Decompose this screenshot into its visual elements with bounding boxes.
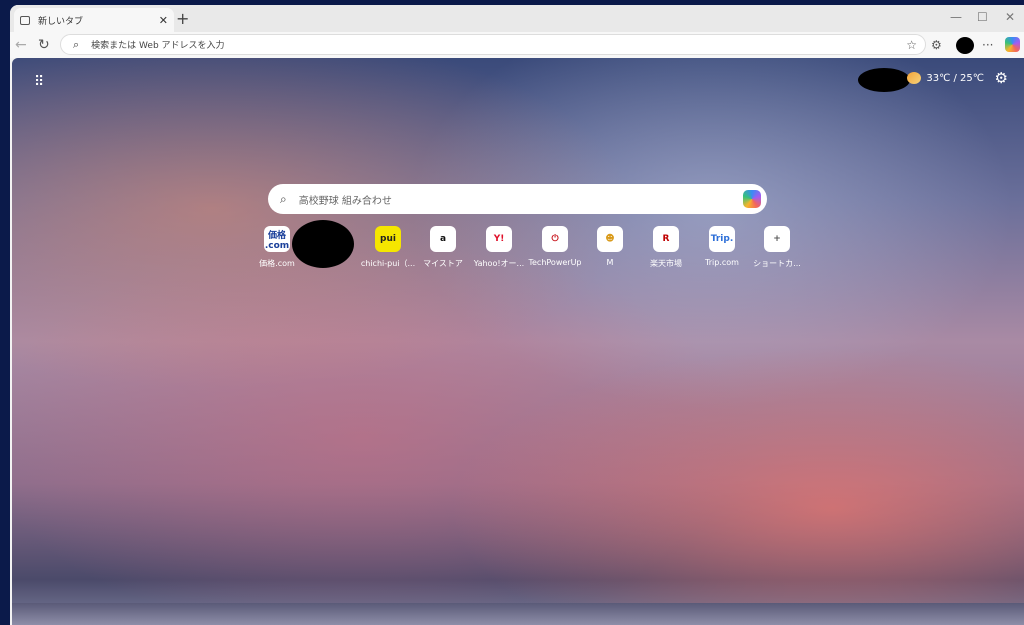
refresh-icon[interactable]: ↻ <box>38 37 50 53</box>
extensions-icon[interactable]: ⚙ <box>931 38 942 52</box>
shortcut-label: 楽天市場 <box>650 259 682 268</box>
favorite-star-icon[interactable]: ☆ <box>906 38 917 52</box>
search-icon: ⌕ <box>73 37 80 51</box>
shortcut-icon: ⏻ <box>542 226 568 252</box>
redacted-location <box>858 68 910 92</box>
shortcut-label: M <box>606 258 614 267</box>
minimize-icon[interactable]: — <box>950 10 962 24</box>
close-window-icon[interactable]: ✕ <box>1005 10 1015 24</box>
redacted-shortcut <box>292 220 354 268</box>
shortcut-tile[interactable]: ⏻ TechPowerUp <box>525 226 585 267</box>
shortcut-tile[interactable]: pui chichi-pui（... <box>358 226 418 269</box>
shortcut-label: ショートカ... <box>753 259 801 268</box>
address-placeholder: 検索または Web アドレスを入力 <box>91 41 225 51</box>
shortcut-label: chichi-pui（... <box>360 259 416 268</box>
tab-bar: 新しいタブ ✕ + — ☐ ✕ <box>10 5 1024 32</box>
back-icon[interactable]: ← <box>15 37 27 53</box>
shortcut-tile[interactable]: R 楽天市場 <box>636 226 696 269</box>
shortcut-icon: pui <box>375 226 401 252</box>
shortcut-tile[interactable]: Trip. Trip.com <box>692 226 752 267</box>
new-tab-page-icon <box>20 15 30 25</box>
shortcut-label: 価格.com <box>259 259 295 268</box>
shortcut-tile[interactable]: Y! Yahoo!オー... <box>469 226 529 269</box>
weather-temp: 33℃ / 25℃ <box>926 72 984 84</box>
shortcut-icon: Y! <box>486 226 512 252</box>
new-tab-button[interactable]: + <box>176 9 189 28</box>
browser-window: 新しいタブ ✕ + — ☐ ✕ ← ↻ ⌕ 検索または Web アドレスを入力 … <box>10 5 1024 625</box>
shortcut-icon: + <box>764 226 790 252</box>
shortcut-label: TechPowerUp <box>528 258 582 267</box>
search-icon: ⌕ <box>280 191 287 206</box>
copilot-icon[interactable] <box>743 190 761 208</box>
toolbar: ← ↻ ⌕ 検索または Web アドレスを入力 ☆ ⚙ ··· <box>10 32 1024 58</box>
new-tab-page: ⠿ 33℃ / 25℃ ⚙ ⌕ 高校野球 組み合わせ 価格 .com 価格.com… <box>12 58 1024 625</box>
weather-widget[interactable]: 33℃ / 25℃ <box>907 72 984 84</box>
app-launcher-icon[interactable]: ⠿ <box>34 74 44 90</box>
shortcut-icon: a <box>430 226 456 252</box>
search-placeholder: 高校野球 組み合わせ <box>298 195 392 207</box>
more-menu-icon[interactable]: ··· <box>982 38 993 52</box>
shortcut-tile[interactable]: ☻ M <box>580 226 640 267</box>
weather-partly-cloudy-icon <box>907 72 922 84</box>
horizon <box>12 603 1024 625</box>
shortcut-tile[interactable]: a マイストア <box>413 226 473 269</box>
shortcut-label: マイストア <box>423 259 463 268</box>
tab-title: 新しいタブ <box>38 16 84 27</box>
search-box[interactable]: ⌕ 高校野球 組み合わせ <box>268 184 767 214</box>
settings-gear-icon[interactable]: ⚙ <box>995 69 1008 87</box>
shortcut-icon: 価格 .com <box>264 226 290 252</box>
shortcut-icon: ☻ <box>597 226 623 252</box>
shortcut-tile[interactable]: + ショートカ... <box>747 226 807 269</box>
close-tab-icon[interactable]: ✕ <box>159 14 168 27</box>
maximize-icon[interactable]: ☐ <box>977 10 988 24</box>
profile-avatar[interactable] <box>956 37 974 54</box>
address-bar[interactable]: ⌕ 検索または Web アドレスを入力 ☆ <box>60 34 926 55</box>
shortcut-label: Trip.com <box>705 258 739 267</box>
tab-new-tab[interactable]: 新しいタブ ✕ <box>14 8 174 32</box>
copilot-icon[interactable] <box>1005 37 1020 52</box>
shortcut-icon: R <box>653 226 679 252</box>
shortcut-icon: Trip. <box>709 226 735 252</box>
shortcut-label: Yahoo!オー... <box>473 259 525 268</box>
